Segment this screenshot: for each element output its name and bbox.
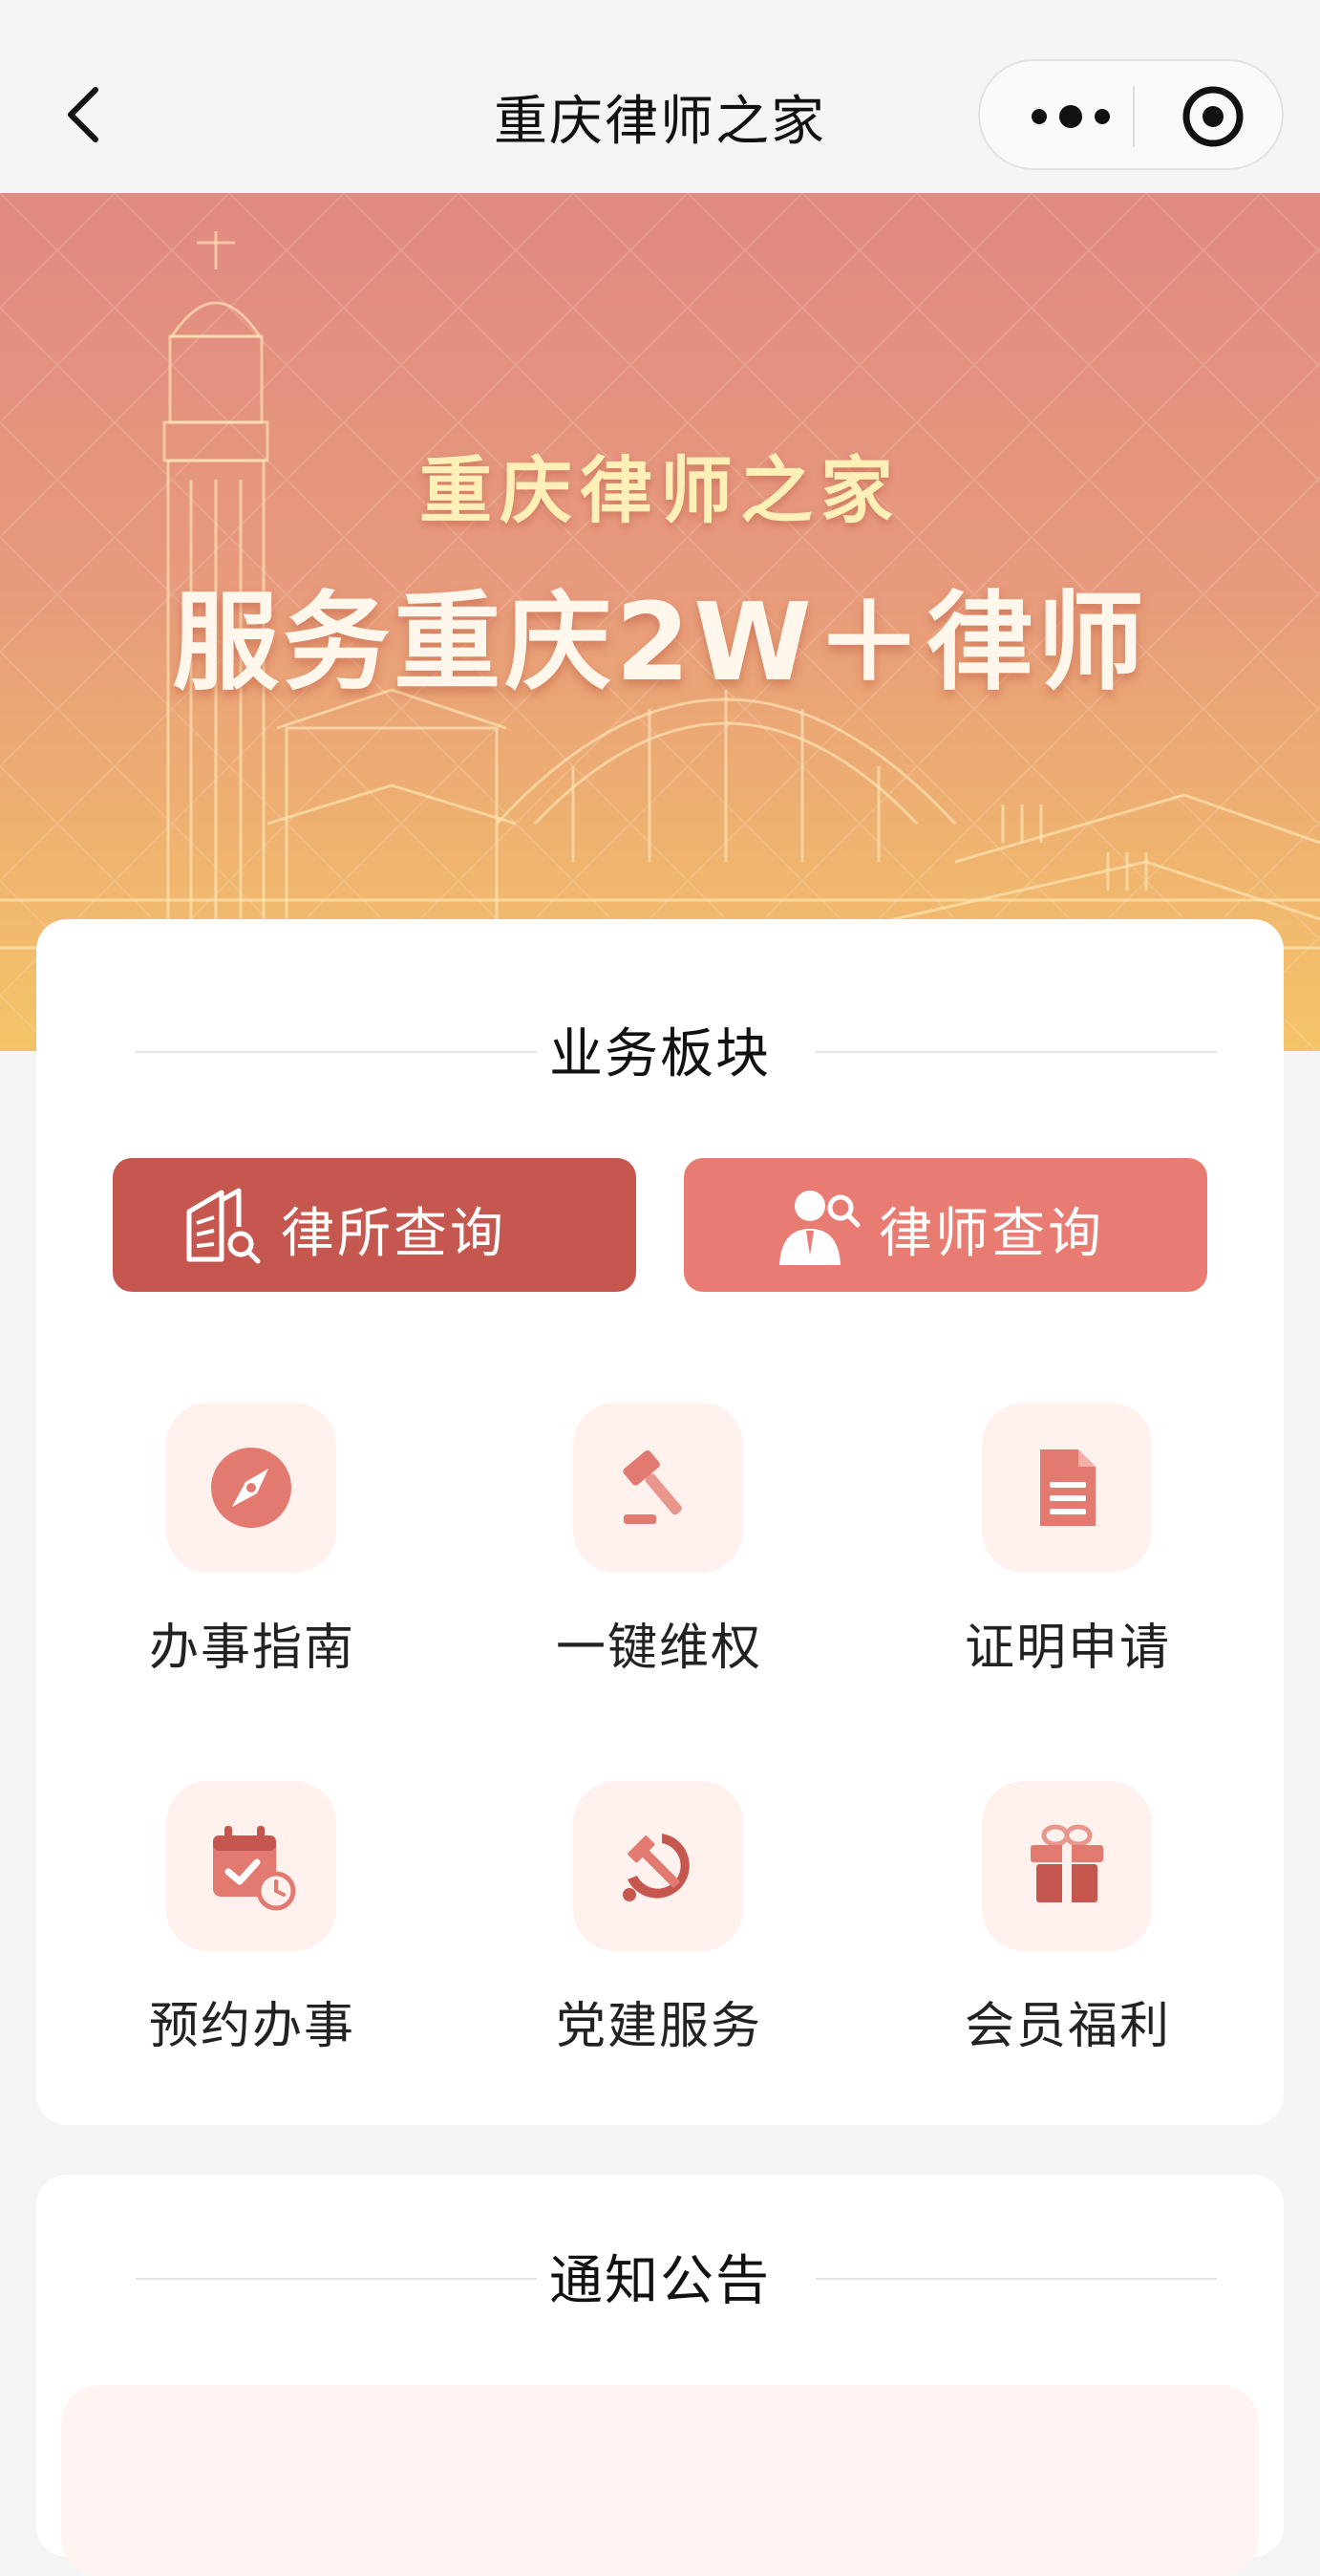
divider-line: [816, 2278, 1217, 2280]
law-firm-search-button[interactable]: 律所查询: [113, 1158, 636, 1292]
capsule-menu: [978, 59, 1284, 170]
benefits-tile: [982, 1781, 1152, 1951]
rights-tile: [573, 1403, 743, 1573]
close-miniapp-button[interactable]: [1175, 82, 1251, 151]
section-title: 通知公告: [549, 2250, 771, 2312]
rights-protection-entry[interactable]: 一键维权: [535, 1403, 783, 1689]
appointment-tile: [166, 1781, 336, 1951]
more-button[interactable]: [1018, 82, 1123, 151]
document-icon: [1040, 1449, 1096, 1526]
party-label: 党建服务: [555, 1998, 762, 2055]
certificate-tile: [982, 1403, 1152, 1573]
building-search-icon: [186, 1188, 261, 1264]
section-title: 业务板块: [549, 1023, 771, 1085]
section-header: 通知公告: [36, 2238, 1284, 2314]
appointment-entry[interactable]: 预约办事: [128, 1781, 376, 2068]
nav-bar: 重庆律师之家: [0, 0, 1320, 193]
certificate-entry[interactable]: 证明申请: [944, 1403, 1192, 1689]
law-firm-search-label: 律所查询: [281, 1203, 506, 1265]
guide-label: 办事指南: [148, 1620, 355, 1677]
person-search-icon: [779, 1191, 861, 1265]
notice-card: 通知公告: [36, 2175, 1284, 2576]
appointment-label: 预约办事: [148, 1998, 355, 2055]
banner-subtitle: 服务重庆2W＋律师: [172, 581, 1148, 705]
compass-icon: [211, 1448, 291, 1528]
party-tile: [573, 1781, 743, 1951]
hammer-sickle-icon: [623, 1834, 690, 1901]
gift-icon: [1031, 1824, 1103, 1902]
rights-label: 一键维权: [555, 1620, 762, 1677]
lawyer-search-label: 律师查询: [879, 1203, 1104, 1265]
gavel-icon: [623, 1449, 682, 1524]
party-service-entry[interactable]: 党建服务: [535, 1781, 783, 2068]
target-close-icon: [1182, 86, 1244, 147]
calendar-clock-icon: [213, 1826, 296, 1911]
lawyer-search-button[interactable]: 律师查询: [684, 1158, 1207, 1292]
banner-title: 重庆律师之家: [419, 448, 901, 533]
member-benefits-entry[interactable]: 会员福利: [944, 1781, 1192, 2068]
divider-line: [816, 1051, 1217, 1053]
capsule-divider: [1133, 86, 1135, 147]
notice-list-item[interactable]: [61, 2385, 1259, 2576]
guide-tile: [166, 1403, 336, 1573]
certificate-label: 证明申请: [964, 1620, 1171, 1677]
business-card: 业务板块 律所查询 律师查询 办事指南 一键维权 证明申请 预约办事 党建服务 …: [36, 919, 1284, 2125]
more-dots-icon: [1032, 105, 1110, 128]
section-header: 业务板块: [36, 1011, 1284, 1087]
guide-entry[interactable]: 办事指南: [128, 1403, 376, 1689]
benefits-label: 会员福利: [964, 1998, 1171, 2055]
